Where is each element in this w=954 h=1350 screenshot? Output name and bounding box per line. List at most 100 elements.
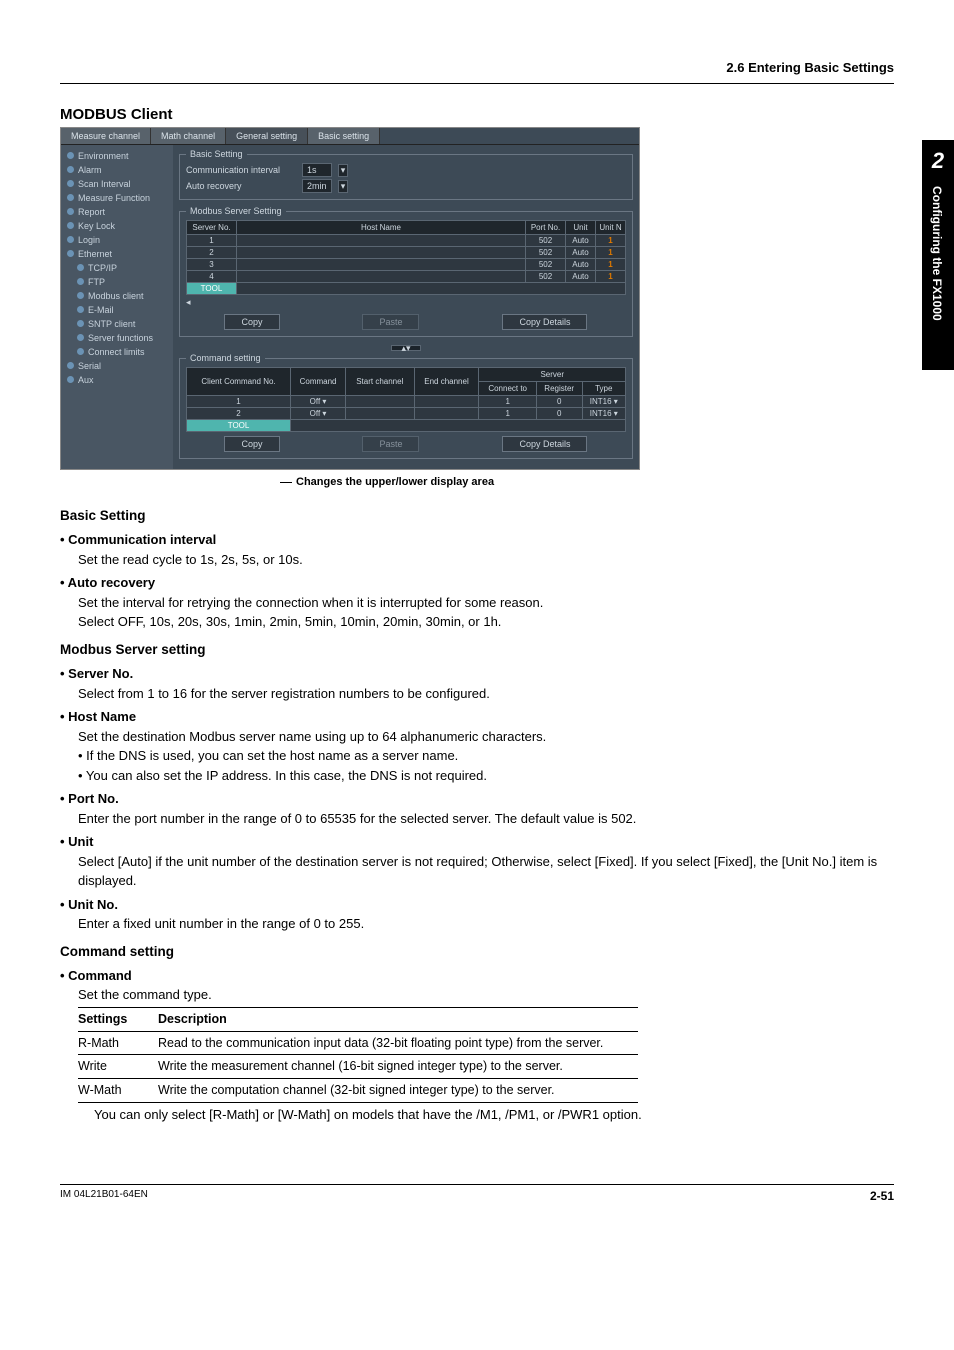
page-footer: IM 04L21B01-64EN 2-51 [60, 1184, 894, 1203]
auto-recovery-value[interactable]: 2min [302, 179, 332, 193]
tab-basic[interactable]: Basic setting [308, 128, 380, 144]
col-end: End channel [414, 368, 479, 396]
col-server-no: Server No. [187, 221, 237, 235]
sub-bullet: • You can also set the IP address. In th… [78, 766, 894, 786]
nav-ftp[interactable]: FTP [61, 275, 173, 289]
auto-recovery-label: Auto recovery [186, 181, 296, 191]
col-server: Server [479, 368, 626, 382]
command-setting-group: Command setting Client Command No. Comma… [179, 353, 633, 459]
tab-math[interactable]: Math channel [151, 128, 226, 144]
dropdown-icon[interactable]: ▾ [338, 164, 348, 177]
text: Set the command type. [78, 985, 894, 1005]
page-number: 2-51 [870, 1189, 894, 1203]
server-legend: Modbus Server Setting [186, 206, 286, 216]
nav-email[interactable]: E-Mail [61, 303, 173, 317]
nav-keylock[interactable]: Key Lock [61, 219, 173, 233]
nav-serial[interactable]: Serial [61, 359, 173, 373]
doc-id: IM 04L21B01-64EN [60, 1189, 148, 1203]
basic-setting-group: Basic Setting Communication interval 1s ▾… [179, 149, 633, 200]
dropdown-icon[interactable]: ▾ [338, 180, 348, 193]
col-cmd-no: Client Command No. [187, 368, 291, 396]
copy-button[interactable]: Copy [224, 436, 279, 452]
sub-bullet: • If the DNS is used, you can set the ho… [78, 746, 894, 766]
nav-connect-limits[interactable]: Connect limits [61, 345, 173, 359]
col-type: Type [582, 382, 625, 396]
nav-tcpip[interactable]: TCP/IP [61, 261, 173, 275]
col-port: Port No. [526, 221, 566, 235]
pane-splitter[interactable]: ▴▾ [179, 343, 633, 353]
main-panel: Basic Setting Communication interval 1s ▾… [173, 145, 639, 469]
text: Enter the port number in the range of 0 … [78, 809, 894, 829]
nav-aux[interactable]: Aux [61, 373, 173, 387]
scroll-left-icon[interactable]: ◂ [186, 297, 191, 307]
command-desc-table: SettingsDescription R-MathRead to the co… [78, 1007, 638, 1103]
col-unit: Unit [566, 221, 596, 235]
tool-row: TOOL [187, 420, 626, 432]
heading-server: Modbus Server setting [60, 640, 894, 660]
col-host: Host Name [237, 221, 526, 235]
config-screenshot: Measure channel Math channel General set… [60, 127, 640, 470]
td-desc: Write the computation channel (32-bit si… [158, 1079, 638, 1103]
nav-ethernet[interactable]: Ethernet [61, 247, 173, 261]
splitter-caption: Changes the upper/lower display area [280, 476, 894, 488]
heading-cmd: Command setting [60, 942, 894, 962]
comm-interval-label: Communication interval [186, 165, 296, 175]
comm-interval-value[interactable]: 1s [302, 163, 332, 177]
nav-login[interactable]: Login [61, 233, 173, 247]
table-row: 4502Auto1 [187, 271, 626, 283]
col-unitn: Unit N [596, 221, 626, 235]
table-row: 2502Auto1 [187, 247, 626, 259]
table-row: 1502Auto1 [187, 235, 626, 247]
nav-sidebar: Environment Alarm Scan Interval Measure … [61, 145, 173, 469]
table-row: 2Off ▾10INT16 ▾ [187, 408, 626, 420]
text: Set the read cycle to 1s, 2s, 5s, or 10s… [78, 550, 894, 570]
paste-button: Paste [362, 314, 419, 330]
text: Set the interval for retrying the connec… [78, 593, 894, 613]
nav-modbus-client[interactable]: Modbus client [61, 289, 173, 303]
cmd-legend: Command setting [186, 353, 265, 363]
bullet-unitno: • Unit No. [60, 895, 894, 915]
bullet-auto-recovery: • Auto recovery [60, 573, 894, 593]
nav-sntp[interactable]: SNTP client [61, 317, 173, 331]
body-text: Basic Setting • Communication interval S… [60, 506, 894, 1124]
bullet-host: • Host Name [60, 707, 894, 727]
heading-basic: Basic Setting [60, 506, 894, 526]
td-desc: Read to the communication input data (32… [158, 1031, 638, 1055]
copy-details-button[interactable]: Copy Details [502, 314, 587, 330]
nav-environment[interactable]: Environment [61, 149, 173, 163]
note-text: You can only select [R-Math] or [W-Math]… [94, 1105, 894, 1125]
th-settings: Settings [78, 1007, 158, 1031]
server-setting-group: Modbus Server Setting Server No. Host Na… [179, 206, 633, 337]
bullet-port: • Port No. [60, 789, 894, 809]
bullet-unit: • Unit [60, 832, 894, 852]
server-table: Server No. Host Name Port No. Unit Unit … [186, 220, 626, 295]
nav-measure-fn[interactable]: Measure Function [61, 191, 173, 205]
bullet-command: • Command [60, 966, 894, 986]
section-header: 2.6 Entering Basic Settings [60, 60, 894, 75]
td-setting: W-Math [78, 1079, 158, 1103]
nav-report[interactable]: Report [61, 205, 173, 219]
col-command: Command [291, 368, 346, 396]
bullet-comm-interval: • Communication interval [60, 530, 894, 550]
table-row: 1Off ▾10INT16 ▾ [187, 396, 626, 408]
basic-legend: Basic Setting [186, 149, 247, 159]
copy-button[interactable]: Copy [224, 314, 279, 330]
tab-general[interactable]: General setting [226, 128, 308, 144]
copy-details-button[interactable]: Copy Details [502, 436, 587, 452]
bullet-server-no: • Server No. [60, 664, 894, 684]
nav-scan[interactable]: Scan Interval [61, 177, 173, 191]
nav-server-fn[interactable]: Server functions [61, 331, 173, 345]
col-connect: Connect to [479, 382, 536, 396]
header-rule [60, 83, 894, 84]
page-title: MODBUS Client [60, 106, 894, 123]
text: Enter a fixed unit number in the range o… [78, 914, 894, 934]
text: Select OFF, 10s, 20s, 30s, 1min, 2min, 5… [78, 612, 894, 632]
text: Select from 1 to 16 for the server regis… [78, 684, 894, 704]
table-row: 3502Auto1 [187, 259, 626, 271]
tool-row: TOOL [187, 283, 626, 295]
col-start: Start channel [346, 368, 414, 396]
command-table: Client Command No. Command Start channel… [186, 367, 626, 432]
text: Set the destination Modbus server name u… [78, 727, 894, 747]
nav-alarm[interactable]: Alarm [61, 163, 173, 177]
tab-measure[interactable]: Measure channel [61, 128, 151, 144]
